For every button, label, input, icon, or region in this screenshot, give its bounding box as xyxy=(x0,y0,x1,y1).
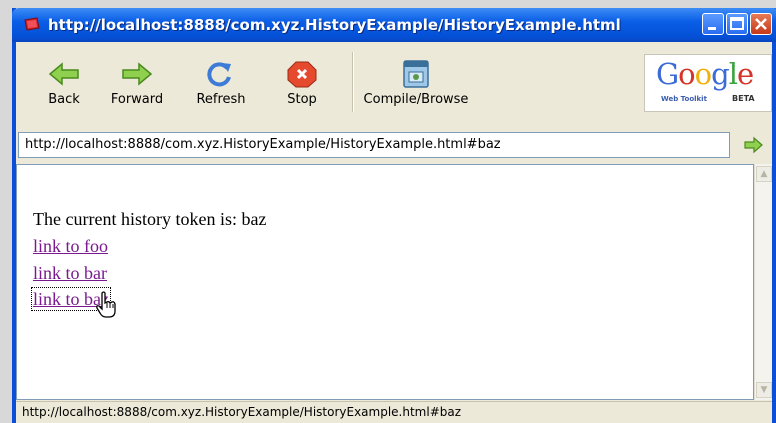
maximize-button[interactable] xyxy=(726,13,748,35)
back-button[interactable]: Back xyxy=(42,60,86,107)
back-arrow-icon xyxy=(48,62,79,86)
hand-cursor-icon xyxy=(96,291,116,318)
link-bar[interactable]: link to bar xyxy=(33,263,107,283)
history-token-text: The current history token is: baz xyxy=(33,209,267,229)
forward-label: Forward xyxy=(110,92,164,107)
forward-arrow-icon xyxy=(122,62,153,86)
beta-badge: BETA xyxy=(732,94,755,103)
toolbar: Back Forward Refresh Stop Compile/Browse… xyxy=(16,42,772,130)
refresh-icon xyxy=(207,62,231,87)
stop-icon xyxy=(287,61,317,88)
status-bar: http://localhost:8888/com.xyz.HistoryExa… xyxy=(16,401,772,423)
browser-window: http://localhost:8888/com.xyz.HistoryExa… xyxy=(12,8,776,423)
maximize-icon xyxy=(730,17,744,30)
browser-icon xyxy=(24,17,40,31)
gwt-logo: Google Web Toolkit BETA xyxy=(644,54,772,112)
link-foo[interactable]: link to foo xyxy=(33,236,108,256)
url-field[interactable]: http://localhost:8888/com.xyz.HistoryExa… xyxy=(18,132,730,158)
stop-label: Stop xyxy=(287,92,317,107)
refresh-button[interactable]: Refresh xyxy=(190,60,252,107)
page-content: The current history token is: baz link t… xyxy=(16,164,754,400)
scroll-up-button[interactable]: ▲ xyxy=(756,166,772,182)
refresh-label: Refresh xyxy=(196,92,246,107)
vertical-scrollbar[interactable]: ▲ ▼ xyxy=(754,164,772,400)
back-label: Back xyxy=(48,92,80,107)
close-button[interactable] xyxy=(750,13,772,35)
go-arrow-icon[interactable] xyxy=(743,135,765,155)
compile-browse-icon xyxy=(403,60,429,88)
minimize-icon xyxy=(708,27,716,30)
compile-browse-button[interactable]: Compile/Browse xyxy=(362,60,470,107)
title-bar[interactable]: http://localhost:8888/com.xyz.HistoryExa… xyxy=(12,8,776,42)
toolbar-separator xyxy=(352,52,354,112)
compile-browse-label: Compile/Browse xyxy=(363,92,469,107)
gwt-subtitle: Web Toolkit xyxy=(661,95,707,103)
window-title: http://localhost:8888/com.xyz.HistoryExa… xyxy=(48,16,621,34)
stop-button[interactable]: Stop xyxy=(278,60,326,107)
minimize-button[interactable] xyxy=(702,13,724,35)
forward-button[interactable]: Forward xyxy=(104,60,170,107)
google-logo-text: Google xyxy=(656,57,754,91)
close-icon xyxy=(755,18,767,30)
scroll-down-button[interactable]: ▼ xyxy=(756,382,772,398)
address-bar: http://localhost:8888/com.xyz.HistoryExa… xyxy=(16,130,772,162)
